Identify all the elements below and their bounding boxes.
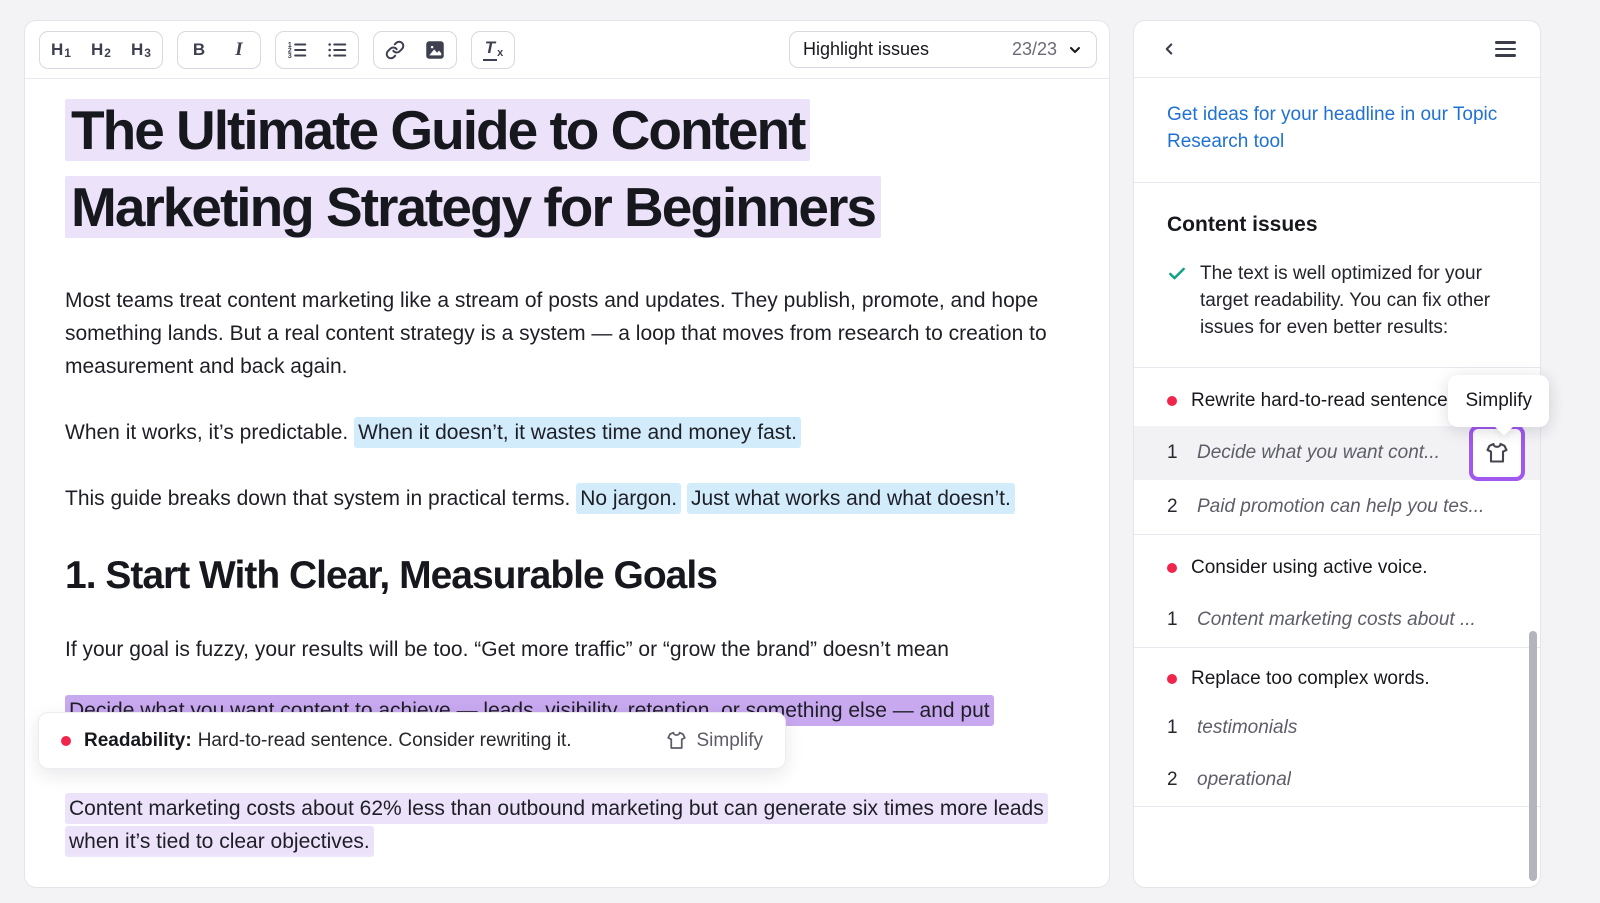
issue-item-text: operational: [1197, 769, 1291, 791]
issue-group-complex-words: Replace too complex words. 1 testimonial…: [1134, 648, 1540, 807]
paragraph-guide: This guide breaks down that system in pr…: [65, 482, 1069, 515]
chevron-left-icon: [1160, 40, 1178, 58]
italic-button[interactable]: I: [220, 34, 258, 66]
topic-research-link-block: Get ideas for your headline in our Topic…: [1134, 78, 1540, 183]
checkmark-icon: [1167, 264, 1187, 284]
h1-button[interactable]: H1: [42, 34, 80, 66]
simplify-tooltip: Simplify: [1448, 375, 1549, 427]
ordered-list-button[interactable]: 1 2 3: [278, 34, 316, 66]
issue-item-row[interactable]: 2 Paid promotion can help you tes...: [1134, 480, 1540, 534]
p3-plain-text: This guide breaks down that system in pr…: [65, 487, 576, 510]
h2-button[interactable]: H2: [82, 34, 120, 66]
issue-red-dot: [1167, 396, 1177, 406]
issue-item-number: 1: [1167, 442, 1179, 464]
issue-group-active-voice: Consider using active voice. 1 Content m…: [1134, 535, 1540, 648]
link-icon: [385, 40, 405, 60]
clear-formatting-icon: T: [483, 38, 497, 61]
issue-red-dot: [1167, 563, 1177, 573]
issue-group-title-text: Rewrite hard-to-read sentences.: [1191, 390, 1462, 412]
issue-item-number: 2: [1167, 496, 1179, 518]
link-button[interactable]: [376, 34, 414, 66]
highlight-issues-count: 23/23: [1012, 39, 1057, 60]
unordered-list-icon: [326, 39, 348, 61]
readability-note-text: Hard-to-read sentence. Consider rewritin…: [198, 730, 572, 752]
shirt-icon: [1485, 441, 1509, 465]
issue-item-text: testimonials: [1197, 717, 1297, 739]
back-button[interactable]: [1154, 34, 1184, 64]
h2-sub: 2: [104, 46, 111, 60]
topic-research-link[interactable]: Get ideas for your headline in our Topic…: [1167, 104, 1497, 152]
paragraph-costs: Content marketing costs about 62% less t…: [65, 792, 1069, 858]
format-button-group: B I: [177, 31, 261, 69]
readability-issue-dot: [61, 736, 71, 746]
ordered-list-icon: 1 2 3: [286, 39, 308, 61]
highlight-issues-label: Highlight issues: [803, 39, 1002, 60]
chevron-down-icon: [1067, 42, 1083, 58]
title-highlight-line2: Marketing Strategy for Beginners: [65, 176, 881, 238]
paragraph-intro: Most teams treat content marketing like …: [65, 284, 1069, 383]
simplify-action-button[interactable]: Simplify: [666, 730, 763, 752]
image-icon: [425, 40, 445, 60]
panel-header: [1134, 21, 1540, 78]
p2-plain-text: When it works, it’s predictable.: [65, 421, 354, 444]
h3-button[interactable]: H3: [122, 34, 160, 66]
assistant-panel: Get ideas for your headline in our Topic…: [1133, 20, 1541, 888]
readability-note: Readability: Hard-to-read sentence. Cons…: [38, 712, 786, 769]
readability-success-message: The text is well optimized for your targ…: [1200, 260, 1507, 341]
content-issues-block: Content issues The text is well optimize…: [1134, 183, 1540, 368]
content-issues-title: Content issues: [1167, 213, 1507, 237]
h1-label: H: [51, 40, 63, 60]
svg-text:3: 3: [288, 52, 292, 59]
section-heading-goals: 1. Start With Clear, Measurable Goals: [65, 552, 1069, 600]
clear-format-group: Tx: [471, 31, 515, 69]
heading-button-group: H1 H2 H3: [39, 31, 163, 69]
issue-group-title-text: Replace too complex words.: [1191, 668, 1430, 690]
issue-item-number: 1: [1167, 609, 1179, 631]
issue-red-dot: [1167, 674, 1177, 684]
issue-group-title[interactable]: Replace too complex words.: [1134, 648, 1540, 702]
document-title: The Ultimate Guide to Content Marketing S…: [65, 92, 1069, 246]
p2-blue-highlight[interactable]: When it doesn’t, it wastes time and mone…: [354, 417, 801, 448]
insert-button-group: [373, 31, 457, 69]
issue-item-text: Content marketing costs about ...: [1197, 609, 1476, 631]
issue-item-row-selected[interactable]: 1 Decide what you want cont... Simplify: [1134, 426, 1540, 480]
document-editor[interactable]: The Ultimate Guide to Content Marketing S…: [25, 79, 1109, 887]
h1-sub: 1: [64, 46, 71, 60]
simplify-icon-button[interactable]: [1469, 425, 1525, 481]
unordered-list-button[interactable]: [318, 34, 356, 66]
issue-item-text: Decide what you want cont...: [1197, 442, 1440, 464]
issue-item-row[interactable]: 1 testimonials: [1134, 702, 1540, 754]
paragraph-fuzzy-goal: If your goal is fuzzy, your results will…: [65, 633, 1069, 666]
editor-card: H1 H2 H3 B I 1 2 3: [24, 20, 1110, 888]
menu-icon[interactable]: [1490, 34, 1520, 64]
p6-lavender-highlight[interactable]: Content marketing costs about 62% less t…: [65, 793, 1048, 857]
h2-label: H: [91, 40, 103, 60]
highlight-issues-dropdown[interactable]: Highlight issues 23/23: [789, 31, 1097, 68]
list-button-group: 1 2 3: [275, 31, 359, 69]
issue-group-hard-to-read: Rewrite hard-to-read sentences. 1 Decide…: [1134, 368, 1540, 535]
simplify-action-label: Simplify: [696, 730, 763, 752]
panel-scrollbar[interactable]: [1529, 631, 1537, 881]
issue-group-title-text: Consider using active voice.: [1191, 557, 1428, 579]
issue-item-number: 2: [1167, 769, 1179, 791]
p3-blue-highlight-2[interactable]: Just what works and what doesn’t.: [687, 483, 1015, 514]
image-button[interactable]: [416, 34, 454, 66]
readability-success-item: The text is well optimized for your targ…: [1167, 260, 1507, 341]
h3-sub: 3: [144, 46, 151, 60]
shirt-icon: [666, 730, 687, 751]
issue-item-number: 1: [1167, 717, 1179, 739]
issue-item-text: Paid promotion can help you tes...: [1197, 496, 1484, 518]
bold-button[interactable]: B: [180, 34, 218, 66]
p3-blue-highlight-1[interactable]: No jargon.: [576, 483, 681, 514]
issue-group-title[interactable]: Consider using active voice.: [1134, 535, 1540, 593]
title-highlight-line1: The Ultimate Guide to Content: [65, 99, 810, 161]
readability-note-label: Readability:: [84, 730, 192, 752]
paragraph-predictable: When it works, it’s predictable. When it…: [65, 416, 1069, 449]
issue-item-row[interactable]: 2 operational: [1134, 754, 1540, 806]
h3-label: H: [131, 40, 143, 60]
editor-toolbar: H1 H2 H3 B I 1 2 3: [25, 21, 1109, 79]
clear-formatting-button[interactable]: Tx: [474, 34, 512, 66]
issue-item-row[interactable]: 1 Content marketing costs about ...: [1134, 593, 1540, 647]
